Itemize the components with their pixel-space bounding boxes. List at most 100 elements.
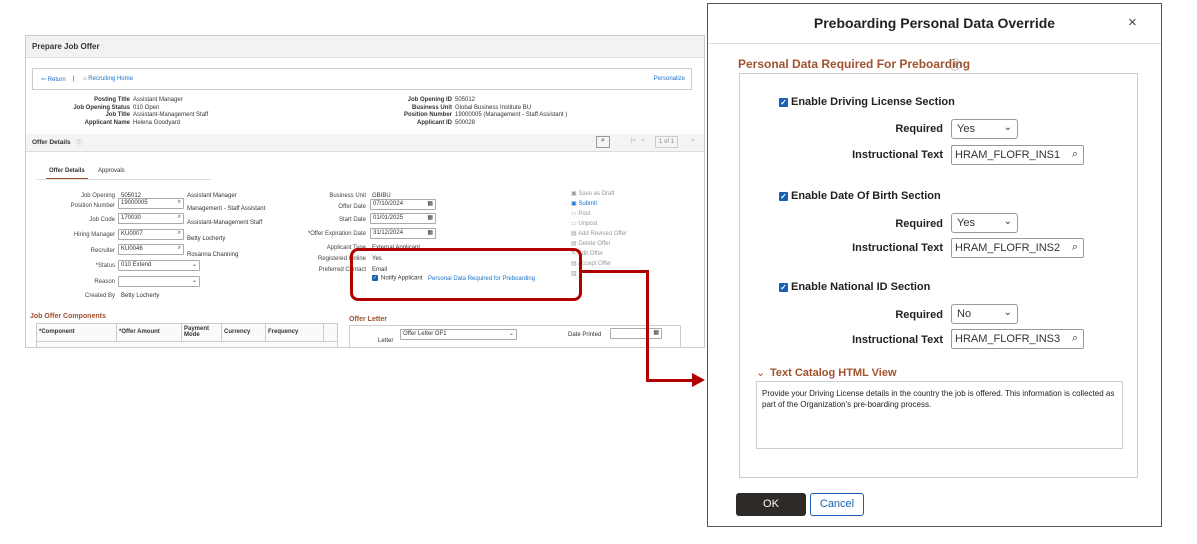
components-table: *Component *Offer Amount Payment Mode Cu… <box>36 323 338 347</box>
collapse-chevron-icon[interactable]: ⌄ <box>756 366 765 379</box>
save-as-draft-action[interactable]: ▣ Save as Draft <box>571 189 627 199</box>
text-catalog-heading[interactable]: Text Catalog HTML View <box>770 367 897 379</box>
label: Recruiter <box>90 248 115 254</box>
post-action[interactable]: ▭ Post <box>571 209 627 219</box>
date-printed-input[interactable]: ▦ <box>610 328 662 339</box>
search-icon[interactable]: ⌕ <box>1072 332 1078 345</box>
tab-divider <box>36 179 211 180</box>
calendar-icon[interactable]: ▦ <box>653 329 659 336</box>
instructional-text-input[interactable]: HRAM_FLOFR_INS2 ⌕ <box>951 238 1084 258</box>
search-icon[interactable]: ⌕ <box>596 136 610 148</box>
letter-label: Letter <box>378 338 394 344</box>
pager-select[interactable]: 1 of 1 <box>655 136 679 148</box>
close-icon[interactable]: × <box>1128 14 1137 31</box>
return-link[interactable]: ⇦ Return <box>41 76 66 83</box>
label: Enable Driving License Section <box>791 96 955 108</box>
label: Job Opening Status <box>73 104 130 111</box>
enable-driving-license-checkbox[interactable]: ✓ Enable Driving License Section <box>779 96 955 108</box>
home-icon: ⌂ <box>83 76 87 82</box>
search-icon[interactable]: ⌕ <box>1072 148 1078 161</box>
expiration-date-input[interactable]: 31/12/2024 ▦ <box>370 228 436 239</box>
value: 19000005 <box>121 200 148 206</box>
tab-approvals[interactable]: Approvals <box>98 168 125 174</box>
add-revised-offer-action[interactable]: ▤ Add Revised Offer <box>571 229 627 239</box>
pagination-first[interactable]: |< < <box>631 138 645 144</box>
letter-select[interactable]: Offer Letter OF1 ⌄ <box>400 329 517 340</box>
label: Job Opening <box>80 193 115 199</box>
required-select[interactable]: Yes ⌄ <box>951 213 1018 233</box>
status-select[interactable]: 010 Extend ⌄ <box>118 260 200 271</box>
checkbox-icon: ✓ <box>779 282 788 292</box>
enable-date-of-birth-checkbox[interactable]: ✓ Enable Date Of Birth Section <box>779 190 941 202</box>
required-select[interactable]: No ⌄ <box>951 304 1018 324</box>
job-offer-components-heading: Job Offer Components <box>30 313 106 320</box>
ok-button[interactable]: OK <box>736 493 806 516</box>
submit-action[interactable]: ▣ Submit <box>571 199 627 209</box>
chevron-down-icon: ⌄ <box>1003 307 1012 318</box>
offer-letter-box: Letter Offer Letter OF1 ⌄ Date Printed ▦ <box>349 325 681 347</box>
highlight-box <box>350 248 582 301</box>
delete-offer-action[interactable]: ▤ Delete Offer <box>571 239 627 249</box>
value: Helena Goodyard <box>133 119 181 126</box>
pagination-next[interactable]: > <box>691 138 695 144</box>
value: 07/10/2024 <box>373 201 404 207</box>
label: *Status <box>95 263 115 269</box>
offer-letter-heading: Offer Letter <box>349 316 388 323</box>
nav-bar: ⇦ Return | ⌂ Recruiting Home Personalize <box>32 68 692 90</box>
label: Enable Date Of Birth Section <box>791 190 941 202</box>
label: Applicant ID <box>416 119 452 126</box>
help-icon[interactable]: ⓘ <box>76 138 82 147</box>
label: Hiring Manager <box>73 232 115 238</box>
instructional-text-input[interactable]: HRAM_FLOFR_INS3 ⌕ <box>951 329 1084 349</box>
value: 010 Open <box>133 104 160 111</box>
label: Unpost <box>578 221 598 227</box>
job-code-input[interactable]: 170030 ⌕ <box>118 213 184 224</box>
value: 010 Extend <box>121 262 152 268</box>
help-icon[interactable]: ⓘ <box>949 56 961 73</box>
offer-date-input[interactable]: 07/10/2024 ▦ <box>370 199 436 210</box>
cancel-button[interactable]: Cancel <box>810 493 864 516</box>
calendar-icon[interactable]: ▦ <box>427 214 433 221</box>
label: Post <box>578 211 591 217</box>
value: Global Business Institute BU <box>455 104 532 111</box>
personalize-link[interactable]: Personalize <box>654 76 685 82</box>
calendar-icon[interactable]: ▦ <box>427 229 433 236</box>
checkbox-icon: ✓ <box>779 97 788 107</box>
value: Offer Letter OF1 <box>403 331 447 337</box>
label: Add Revised Offer <box>578 231 627 237</box>
search-icon[interactable]: ⌕ <box>1072 241 1078 254</box>
label: Save as Draft <box>578 191 615 197</box>
search-icon[interactable]: ⌕ <box>178 245 181 252</box>
desc: Betty Locherty <box>187 236 226 242</box>
label: Position Number <box>70 203 115 209</box>
home-label: Recruiting Home <box>88 76 133 82</box>
hiring-manager-input[interactable]: KU0007 ⌕ <box>118 229 184 240</box>
column-header: *Component <box>37 324 117 341</box>
calendar-icon[interactable]: ▦ <box>427 200 433 207</box>
label: Business Unit <box>411 104 452 111</box>
required-label: Required <box>895 309 943 321</box>
enable-national-id-checkbox[interactable]: ✓ Enable National ID Section <box>779 281 930 293</box>
reason-select[interactable]: ⌄ <box>118 276 200 287</box>
column-header: *Offer Amount <box>117 324 182 341</box>
page-title: Prepare Job Offer <box>26 36 704 58</box>
value: Yes <box>957 123 975 135</box>
label: Offer Date <box>338 204 366 210</box>
label: Job Title <box>105 112 130 118</box>
value: KU0046 <box>121 246 143 252</box>
recruiting-home-link[interactable]: ⌂ Recruiting Home <box>83 76 133 82</box>
search-icon[interactable]: ⌕ <box>178 199 181 206</box>
required-select[interactable]: Yes ⌄ <box>951 119 1018 139</box>
value: 500028 <box>455 119 476 126</box>
label: Job Code <box>89 217 115 223</box>
position-number-input[interactable]: 19000005 ⌕ <box>118 198 184 209</box>
instructional-text-input[interactable]: HRAM_FLOFR_INS1 ⌕ <box>951 145 1084 165</box>
column-header: Frequency <box>266 324 324 341</box>
value: 505012 <box>455 97 476 103</box>
search-icon[interactable]: ⌕ <box>178 214 181 221</box>
search-icon[interactable]: ⌕ <box>178 230 181 237</box>
start-date-input[interactable]: 01/01/2025 ▦ <box>370 213 436 224</box>
unpost-action[interactable]: ▭ Unpost <box>571 219 627 229</box>
label: *Offer Expiration Date <box>307 231 366 237</box>
recruiter-input[interactable]: KU0046 ⌕ <box>118 244 184 255</box>
